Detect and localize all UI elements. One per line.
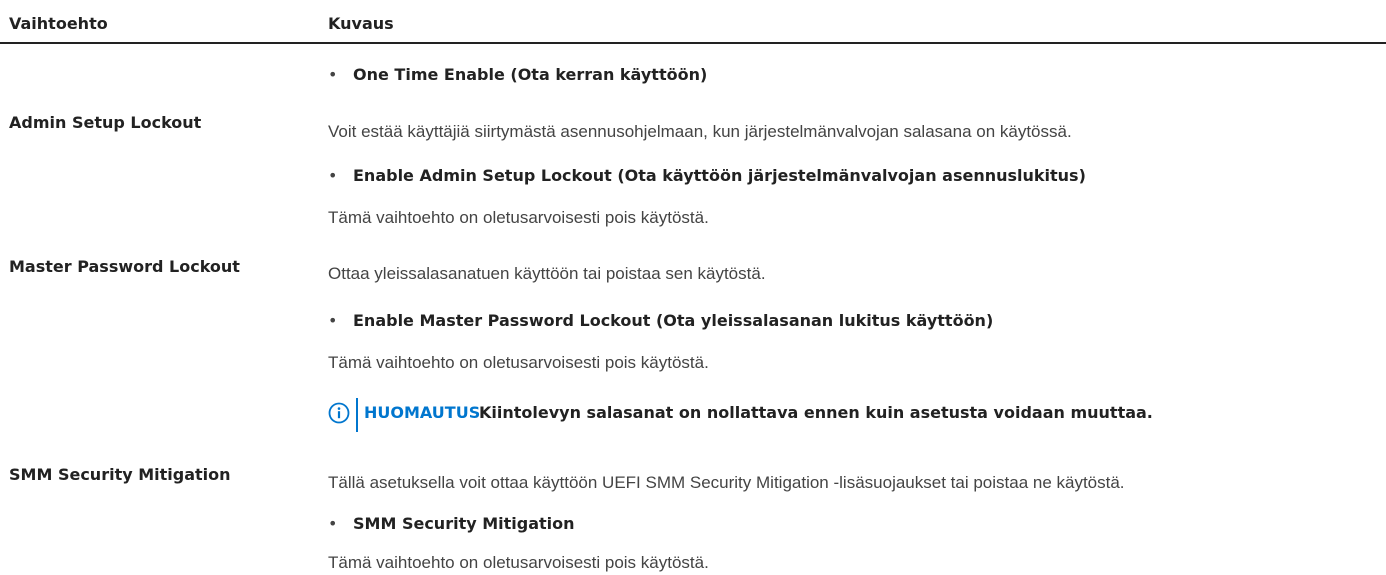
table-header: Vaihtoehto Kuvaus (0, 0, 1386, 44)
note-text: Kiintolevyn salasanat on nollattava enne… (479, 403, 1153, 422)
bullet-text: One Time Enable (Ota kerran käyttöön) (353, 65, 708, 84)
bullet-marker: • (328, 311, 338, 330)
note-label: HUOMAUTUS (364, 403, 481, 422)
option-description: Tällä asetuksella voit ottaa käyttöön UE… (328, 473, 1125, 492)
default-note: Tämä vaihtoehto on oletusarvoisesti pois… (328, 208, 709, 227)
note-divider (356, 398, 358, 432)
option-description: Voit estää käyttäjiä siirtymästä asennus… (328, 122, 1072, 141)
option-name: Admin Setup Lockout (9, 113, 202, 132)
default-note: Tämä vaihtoehto on oletusarvoisesti pois… (328, 553, 709, 572)
bullet-marker: • (328, 166, 338, 185)
bullet-marker: • (328, 514, 338, 533)
options-table: Vaihtoehto Kuvaus • One Time Enable (Ota… (0, 0, 1386, 575)
header-description: Kuvaus (328, 14, 394, 33)
option-name: SMM Security Mitigation (9, 465, 231, 484)
bullet-text: SMM Security Mitigation (353, 514, 575, 533)
header-option: Vaihtoehto (9, 14, 108, 33)
option-name: Master Password Lockout (9, 257, 240, 276)
info-icon (328, 402, 350, 424)
bullet-text: Enable Admin Setup Lockout (Ota käyttöön… (353, 166, 1086, 185)
bullet-marker: • (328, 65, 338, 84)
default-note: Tämä vaihtoehto on oletusarvoisesti pois… (328, 353, 709, 372)
bullet-text: Enable Master Password Lockout (Ota ylei… (353, 311, 994, 330)
option-description: Ottaa yleissalasanatuen käyttöön tai poi… (328, 264, 766, 283)
